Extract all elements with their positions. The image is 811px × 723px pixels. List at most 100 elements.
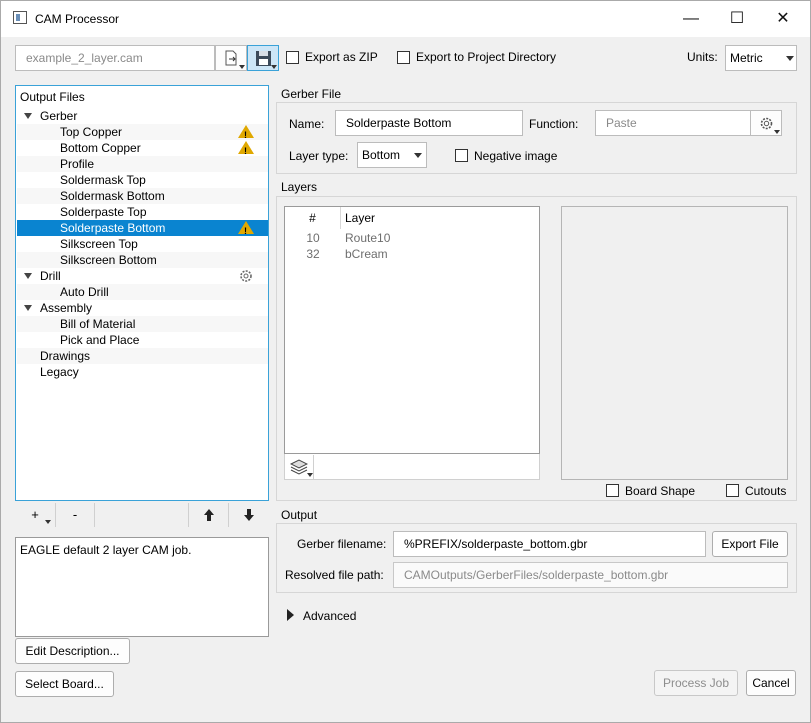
layer-name: Route10: [345, 231, 391, 245]
function-label: Function:: [529, 117, 579, 131]
name-label: Name:: [289, 117, 325, 131]
save-button[interactable]: [247, 45, 279, 71]
gear-icon: [760, 117, 773, 130]
tree-item[interactable]: Bill of Material: [17, 316, 268, 332]
minimize-icon[interactable]: —: [668, 1, 714, 37]
tree-item-label: Top Copper: [60, 125, 123, 139]
tree-group-item[interactable]: Drawings: [17, 348, 268, 364]
tree-item-label: Bill of Material: [60, 317, 136, 331]
units-select[interactable]: Metric: [725, 45, 797, 71]
export-project-dir-checkbox[interactable]: [397, 51, 410, 64]
maximize-icon[interactable]: ☐: [714, 1, 760, 37]
job-description-box[interactable]: EAGLE default 2 layer CAM job.: [15, 537, 269, 637]
tree-item[interactable]: Auto Drill: [17, 284, 268, 300]
job-description-text: EAGLE default 2 layer CAM job.: [20, 543, 192, 557]
gerber-filename-input[interactable]: %PREFIX/solderpaste_bottom.gbr: [393, 531, 706, 557]
cancel-button[interactable]: Cancel: [746, 670, 796, 696]
layers-icon: [290, 459, 308, 475]
tree-item-label: Silkscreen Bottom: [60, 253, 157, 267]
warning-icon: !: [238, 125, 254, 140]
close-icon[interactable]: ✕: [760, 1, 806, 37]
tree-item-label: Soldermask Top: [60, 173, 146, 187]
tree-group-item[interactable]: Assembly: [17, 300, 268, 316]
output-files-tree[interactable]: Output Files Gerber Top Copper! Bottom Cop…: [15, 85, 269, 501]
tree-item[interactable]: Soldermask Top: [17, 172, 268, 188]
layer-row[interactable]: 10 Route10: [285, 231, 539, 247]
tree-item-label: Assembly: [40, 301, 93, 315]
tree-item-label: Solderpaste Bottom: [60, 221, 166, 235]
column-header-layer[interactable]: Layer: [345, 207, 375, 229]
layer-stack-button[interactable]: [286, 455, 314, 479]
tree-item[interactable]: Profile: [17, 156, 268, 172]
chevron-down-icon: [307, 473, 313, 477]
cam-filename-field[interactable]: example_2_layer.cam: [15, 45, 215, 71]
move-down-button[interactable]: [228, 503, 269, 527]
tree-group-item[interactable]: Legacy: [17, 364, 268, 380]
tree-group-item[interactable]: Gerber: [17, 108, 268, 124]
tree-item-label: Soldermask Bottom: [60, 189, 165, 203]
chevron-down-icon: [45, 520, 51, 524]
tree-item-label: Auto Drill: [60, 285, 109, 299]
window-title: CAM Processor: [35, 12, 120, 26]
cutouts-label: Cutouts: [745, 484, 787, 498]
layer-row[interactable]: 32 bCream: [285, 247, 539, 263]
tree-item[interactable]: Soldermask Bottom: [17, 188, 268, 204]
move-up-button[interactable]: [188, 503, 228, 527]
edit-description-button[interactable]: Edit Description...: [15, 638, 130, 664]
gerber-filename-label: Gerber filename:: [297, 537, 387, 551]
advanced-expander[interactable]: Advanced: [285, 607, 385, 625]
tree-item[interactable]: Solderpaste Bottom!: [17, 220, 268, 236]
tree-item[interactable]: Bottom Copper!: [17, 140, 268, 156]
units-value: Metric: [730, 51, 763, 65]
gerber-file-section-title: Gerber File: [281, 87, 342, 101]
resolved-path-field: CAMOutputs/GerberFiles/solderpaste_botto…: [393, 562, 788, 588]
function-input[interactable]: Paste: [595, 110, 751, 136]
cutouts-checkbox[interactable]: [726, 484, 739, 497]
layer-number: 32: [306, 247, 320, 261]
chevron-down-icon: [239, 65, 245, 69]
expand-arrow-icon: [287, 609, 294, 621]
function-settings-button[interactable]: [750, 110, 782, 136]
warning-icon: !: [238, 141, 254, 156]
negative-image-checkbox[interactable]: [455, 149, 468, 162]
expand-arrow-icon[interactable]: [24, 113, 32, 119]
chevron-down-icon: [786, 56, 794, 61]
warning-icon: !: [238, 221, 254, 236]
process-job-button[interactable]: Process Job: [654, 670, 738, 696]
expand-arrow-icon[interactable]: [24, 305, 32, 311]
name-input[interactable]: Solderpaste Bottom: [335, 110, 523, 136]
tree-item[interactable]: Pick and Place: [17, 332, 268, 348]
tree-item[interactable]: Solderpaste Top: [17, 204, 268, 220]
gear-icon[interactable]: [238, 268, 254, 284]
units-label: Units:: [687, 50, 718, 64]
layers-table[interactable]: # Layer 10 Route10 32 bCream: [284, 206, 540, 454]
open-file-button[interactable]: [215, 45, 247, 71]
expand-arrow-icon[interactable]: [24, 273, 32, 279]
layer-type-label: Layer type:: [289, 149, 349, 163]
column-header-number[interactable]: #: [285, 207, 341, 229]
tree-item[interactable]: Top Copper!: [17, 124, 268, 140]
add-label: +: [31, 507, 39, 522]
export-file-button[interactable]: Export File: [712, 531, 788, 557]
output-files-header: Output Files: [20, 90, 85, 104]
resolved-path-label: Resolved file path:: [285, 568, 384, 582]
layer-number: 10: [306, 231, 320, 245]
tree-item-label: Profile: [60, 157, 95, 171]
tree-item-label: Solderpaste Top: [60, 205, 147, 219]
save-icon: [256, 51, 271, 66]
tree-group-item[interactable]: Drill: [17, 268, 268, 284]
tree-item[interactable]: Silkscreen Bottom: [17, 252, 268, 268]
select-board-button[interactable]: Select Board...: [15, 671, 114, 697]
arrow-up-icon: [204, 509, 214, 521]
board-shape-checkbox[interactable]: [606, 484, 619, 497]
add-output-button[interactable]: +: [15, 503, 55, 527]
advanced-label: Advanced: [303, 609, 357, 623]
export-zip-checkbox[interactable]: [286, 51, 299, 64]
board-shape-label: Board Shape: [625, 484, 696, 498]
tree-item[interactable]: Silkscreen Top: [17, 236, 268, 252]
tree-toolbar: + -: [15, 503, 269, 527]
remove-output-button[interactable]: -: [55, 503, 95, 527]
export-zip-label: Export as ZIP: [305, 50, 378, 64]
tree-item-label: Bottom Copper: [60, 141, 141, 155]
layer-type-select[interactable]: Bottom: [357, 142, 427, 168]
